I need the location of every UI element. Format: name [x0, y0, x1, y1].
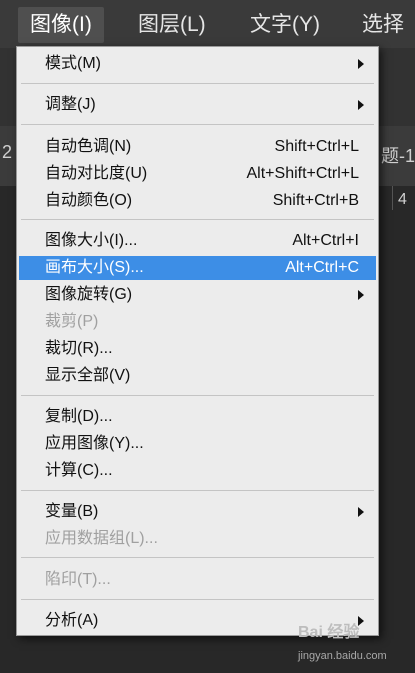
- menu-item-trim[interactable]: 裁切(R)...: [19, 337, 376, 361]
- menu-item-mode[interactable]: 模式(M): [19, 52, 376, 76]
- menu-item-label: 自动颜色(O): [45, 192, 133, 209]
- menu-item-label: 调整(J): [45, 96, 96, 113]
- menu-item-label: 显示全部(V): [45, 367, 131, 384]
- submenu-arrow-icon: [358, 507, 364, 517]
- menu-item-canvas-size[interactable]: 画布大小(S)... Alt+Ctrl+C: [19, 256, 376, 280]
- background-doc-title-fragment: 题-1: [381, 146, 415, 166]
- menu-item-crop: 裁剪(P): [19, 310, 376, 334]
- menu-item-label: 陷印(T)...: [45, 571, 111, 588]
- submenu-arrow-icon: [358, 100, 364, 110]
- menu-item-shortcut: Alt+Shift+Ctrl+L: [246, 165, 360, 182]
- menu-item-shortcut: Alt+Ctrl+I: [292, 232, 359, 249]
- image-menu-dropdown: 模式(M) 调整(J) 自动色调(N) Shift+Ctrl+L 自动对比度(U…: [16, 46, 379, 636]
- menu-item-shortcut: Shift+Ctrl+L: [274, 138, 359, 155]
- menu-item-label: 图像大小(I)...: [45, 232, 138, 249]
- menu-separator: [21, 83, 374, 84]
- menu-item-image-size[interactable]: 图像大小(I)... Alt+Ctrl+I: [19, 229, 376, 253]
- menu-item-label: 应用数据组(L)...: [45, 530, 158, 547]
- menu-item-label: 图像旋转(G): [45, 286, 133, 303]
- menu-item-label: 模式(M): [45, 55, 101, 72]
- menu-separator: [21, 219, 374, 220]
- menu-type[interactable]: 文字(Y): [238, 7, 332, 43]
- menu-item-reveal-all[interactable]: 显示全部(V): [19, 364, 376, 388]
- menu-item-calculations[interactable]: 计算(C)...: [19, 459, 376, 483]
- menubar: 图像(I) 图层(L) 文字(Y) 选择: [0, 0, 415, 48]
- menu-item-shortcut: Shift+Ctrl+B: [272, 192, 359, 209]
- menu-separator: [21, 557, 374, 558]
- menu-item-label: 自动对比度(U): [45, 165, 148, 182]
- menu-item-auto-contrast[interactable]: 自动对比度(U) Alt+Shift+Ctrl+L: [19, 162, 376, 186]
- ruler-divider: [392, 186, 393, 210]
- menu-item-image-rotation[interactable]: 图像旋转(G): [19, 283, 376, 307]
- menu-separator: [21, 395, 374, 396]
- menu-item-adjustments[interactable]: 调整(J): [19, 93, 376, 117]
- menu-item-variables[interactable]: 变量(B): [19, 500, 376, 524]
- menu-item-label: 分析(A): [45, 612, 99, 629]
- menu-image[interactable]: 图像(I): [18, 7, 104, 43]
- menu-item-shortcut: Alt+Ctrl+C: [285, 259, 359, 276]
- background-ruler-number: 4: [398, 191, 407, 208]
- menu-item-auto-tone[interactable]: 自动色调(N) Shift+Ctrl+L: [19, 135, 376, 159]
- menu-item-label: 裁剪(P): [45, 313, 99, 330]
- menu-item-label: 变量(B): [45, 503, 99, 520]
- menu-separator: [21, 599, 374, 600]
- menu-separator: [21, 124, 374, 125]
- submenu-arrow-icon: [358, 290, 364, 300]
- menu-item-label: 计算(C)...: [45, 462, 113, 479]
- watermark-url: jingyan.baidu.com: [298, 650, 387, 662]
- baidu-jingyan-watermark: Bai 经验: [298, 624, 360, 641]
- menu-item-auto-color[interactable]: 自动颜色(O) Shift+Ctrl+B: [19, 189, 376, 213]
- menu-item-label: 自动色调(N): [45, 138, 132, 155]
- menu-item-apply-image[interactable]: 应用图像(Y)...: [19, 432, 376, 456]
- menu-separator: [21, 490, 374, 491]
- submenu-arrow-icon: [358, 59, 364, 69]
- menu-item-trap: 陷印(T)...: [19, 568, 376, 592]
- menu-item-label: 裁切(R)...: [45, 340, 113, 357]
- menu-item-apply-data-set: 应用数据组(L)...: [19, 527, 376, 551]
- menu-item-duplicate[interactable]: 复制(D)...: [19, 405, 376, 429]
- menu-select[interactable]: 选择: [350, 7, 415, 43]
- menu-item-label: 画布大小(S)...: [45, 259, 144, 276]
- menu-item-label: 应用图像(Y)...: [45, 435, 144, 452]
- menu-layer[interactable]: 图层(L): [126, 7, 218, 43]
- menu-item-label: 复制(D)...: [45, 408, 113, 425]
- background-tab-fragment: 2: [2, 142, 13, 162]
